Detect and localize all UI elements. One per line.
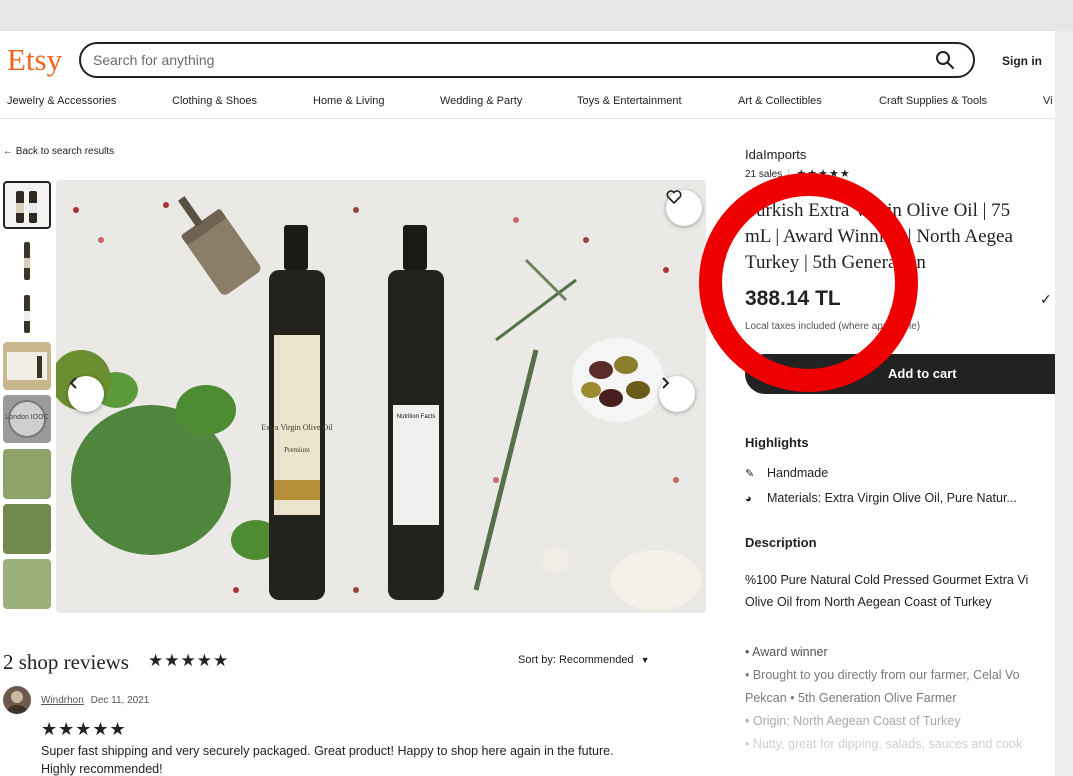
annotation-circle — [699, 173, 918, 392]
category-wedding[interactable]: Wedding & Party — [440, 95, 522, 107]
award-medal-icon: London IOOC — [5, 400, 49, 438]
description-bullet-1: • Award winner — [745, 645, 828, 659]
description-bullet-3: Pekcan • 5th Generation Olive Farmer — [745, 691, 957, 705]
scrollbar-area[interactable] — [1055, 31, 1073, 776]
thumbnail-info-icon — [7, 352, 47, 380]
category-clothing[interactable]: Clothing & Shoes — [172, 95, 257, 107]
category-jewelry[interactable]: Jewelry & Accessories — [7, 95, 116, 107]
previous-image-button[interactable] — [68, 376, 104, 412]
highlights-heading: Highlights — [745, 435, 809, 450]
nutrition-facts-text: Nutrition Facts — [397, 414, 436, 420]
sort-label: Sort by: Recommended — [518, 654, 634, 666]
thumbnail-7[interactable] — [3, 504, 51, 554]
bottle-label-premium: Premium — [284, 446, 310, 454]
reviewer-info: Windrhon Dec 11, 2021 — [41, 695, 149, 706]
avatar-image — [7, 691, 27, 714]
category-vintage[interactable]: Vi — [1043, 95, 1053, 107]
thumbnail-bottle-back-icon — [24, 295, 30, 333]
category-toys[interactable]: Toys & Entertainment — [577, 95, 682, 107]
thumbnail-2[interactable] — [3, 236, 51, 284]
bottle-label-text: Extra Virgin Olive Oil — [261, 423, 333, 432]
thumbnail-3[interactable] — [3, 289, 51, 337]
product-photo: Extra Virgin Olive Oil Premium Nutrition… — [56, 180, 706, 613]
sign-in-link[interactable]: Sign in — [1002, 54, 1042, 68]
highlight-handmade-label: Handmade — [767, 466, 829, 480]
award-text: London IOOC — [5, 414, 48, 421]
category-craft[interactable]: Craft Supplies & Tools — [879, 95, 987, 107]
category-art[interactable]: Art & Collectibles — [738, 95, 822, 107]
category-nav: Jewelry & Accessories Clothing & Shoes H… — [0, 91, 1055, 119]
reviewer-name-link[interactable]: Windrhon — [41, 695, 84, 706]
next-image-button[interactable] — [659, 376, 695, 412]
materials-icon: ◕ — [745, 493, 752, 505]
top-gap — [0, 0, 1073, 31]
shop-rating-stars: ★★★★★ — [148, 651, 230, 670]
description-line-1: %100 Pure Natural Cold Pressed Gourmet E… — [745, 573, 1029, 587]
avatar[interactable] — [3, 686, 31, 714]
hand-icon: ✎ — [745, 468, 755, 480]
heart-icon — [666, 190, 682, 204]
thumbnail-bottle-icon — [24, 242, 30, 280]
back-to-results-link[interactable]: ← Back to search results — [3, 146, 114, 157]
highlight-materials-label: Materials: Extra Virgin Olive Oil, Pure … — [767, 491, 1017, 505]
caret-down-icon: ▼ — [640, 655, 650, 665]
review-stars: ★★★★★ — [41, 719, 127, 739]
description-line-2: Olive Oil from North Aegean Coast of Tur… — [745, 595, 992, 609]
thumbnail-4[interactable] — [3, 342, 51, 390]
thumbnail-bottles-icon — [16, 191, 37, 223]
reviews-heading: 2 shop reviews — [3, 650, 129, 674]
favorite-button[interactable] — [666, 190, 702, 226]
category-home[interactable]: Home & Living — [313, 95, 385, 107]
product-page: Etsy Sign in Jewelry & Accessories Cloth… — [0, 31, 1055, 776]
thumbnail-1[interactable] — [3, 181, 51, 229]
chevron-right-icon — [662, 377, 670, 389]
description-bullet-5: • Nutty, great for dipping, salads, sauc… — [745, 737, 1023, 751]
thumbnail-8[interactable] — [3, 559, 51, 609]
review-date: Dec 11, 2021 — [90, 695, 150, 706]
thumbnail-6[interactable] — [3, 449, 51, 499]
description-heading: Description — [745, 535, 817, 550]
search-input[interactable] — [93, 52, 913, 68]
shop-name-link[interactable]: IdaImports — [745, 147, 806, 162]
sort-dropdown[interactable]: Sort by: Recommended ▼ — [518, 654, 650, 666]
review-text: Super fast shipping and very securely pa… — [41, 744, 614, 776]
chevron-left-icon — [69, 377, 77, 389]
description-bullet-4: • Origin: North Aegean Coast of Turkey — [745, 714, 961, 728]
highlight-handmade: ✎ Handmade — [745, 466, 828, 480]
etsy-logo[interactable]: Etsy — [7, 42, 62, 78]
check-icon: ✓ — [1040, 291, 1052, 307]
main-product-image[interactable]: Extra Virgin Olive Oil Premium Nutrition… — [56, 180, 706, 613]
description-bullet-2: • Brought to you directly from our farme… — [745, 668, 1020, 682]
search-icon[interactable] — [935, 50, 955, 70]
search-bar[interactable] — [79, 42, 975, 78]
add-to-cart-label: Add to cart — [888, 366, 957, 381]
thumbnail-5[interactable]: London IOOC — [3, 395, 51, 443]
highlight-materials: ◕ Materials: Extra Virgin Olive Oil, Pure… — [745, 491, 1017, 505]
